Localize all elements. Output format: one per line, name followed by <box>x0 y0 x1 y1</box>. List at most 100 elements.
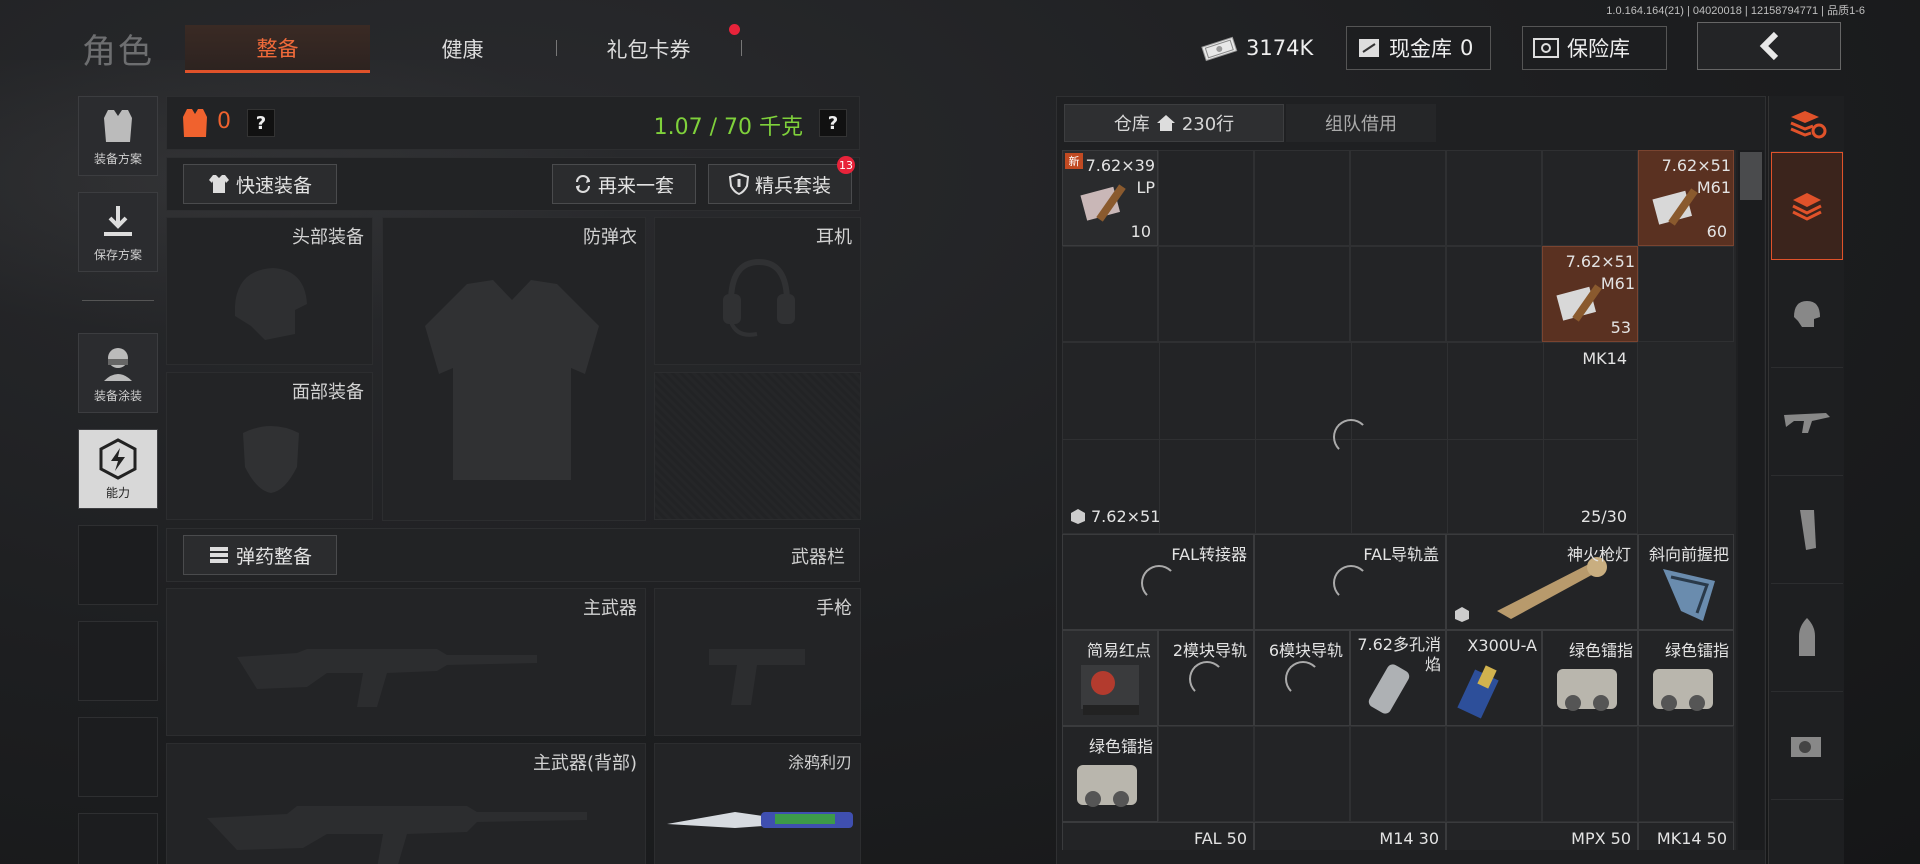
slot-label: 主武器 <box>583 598 637 619</box>
grid-cell[interactable] <box>1158 246 1254 342</box>
item-name: 6模块导轨 <box>1268 641 1343 660</box>
item-name: 7.62×51 M61 <box>1661 156 1731 197</box>
storage-scrollbar[interactable] <box>1738 150 1764 850</box>
tab-equip[interactable]: 整备 <box>185 25 370 73</box>
elite-set-button[interactable]: 精兵套装 <box>708 164 852 204</box>
item-fal-adapter[interactable]: FAL转接器 <box>1062 534 1254 630</box>
sort-button[interactable] <box>1771 96 1843 152</box>
item-name: FAL 50 <box>1193 829 1247 848</box>
item-angled-grip[interactable]: 斜向前握把 <box>1638 534 1734 630</box>
help-button[interactable]: ? <box>247 109 275 137</box>
item-name: 7.62×51 M61 <box>1565 252 1635 293</box>
money-value: 3174K <box>1246 36 1314 60</box>
grid-cell[interactable] <box>1254 726 1350 822</box>
ammo-equip-button[interactable]: 弹药整备 <box>183 535 337 575</box>
nav-save-plan[interactable]: 保存方案 <box>78 192 158 272</box>
nav-ability[interactable]: 能力 <box>78 429 158 509</box>
pistol-slot[interactable]: 手枪 <box>654 588 861 736</box>
tab-label: 仓库 <box>1113 114 1150 135</box>
nav-loadout-plan[interactable]: 装备方案 <box>78 96 158 176</box>
loading-spinner-icon <box>1333 565 1369 601</box>
category-weapons[interactable] <box>1771 368 1843 476</box>
grid-cell[interactable] <box>1638 726 1734 822</box>
grid-cell[interactable] <box>1446 246 1542 342</box>
insurance-vault-button[interactable]: 保险库 <box>1522 26 1667 70</box>
category-magazines[interactable] <box>1771 476 1843 584</box>
grid-cell[interactable] <box>1158 726 1254 822</box>
grid-cell[interactable] <box>1446 726 1542 822</box>
item-ammo-762x51-m61[interactable]: 7.62×51 M61 60 <box>1638 150 1734 246</box>
primary-back-slot[interactable]: 主武器(背部) <box>166 743 646 864</box>
item-fal-rail-cover[interactable]: FAL导轨盖 <box>1254 534 1446 630</box>
grid-cell[interactable] <box>1158 150 1254 246</box>
weapon-header: 弹药整备 武器栏 <box>166 528 860 582</box>
headset-slot[interactable]: 耳机 <box>654 217 861 365</box>
nav-skin[interactable]: 装备涂装 <box>78 333 158 413</box>
item-green-laser[interactable]: 绿色镭指 <box>1062 726 1158 822</box>
tab-storage[interactable]: 仓库 230行 <box>1064 104 1284 142</box>
item-ammo-762x39[interactable]: 新 7.62×39 LP 10 <box>1062 150 1158 246</box>
head-slot[interactable]: 头部装备 <box>166 217 373 365</box>
quick-equip-button[interactable]: 快速装备 <box>183 164 337 204</box>
primary-weapon-slot[interactable]: 主武器 <box>166 588 646 736</box>
bullet-icon <box>1799 617 1815 656</box>
face-slot[interactable]: 面部装备 <box>166 372 373 520</box>
cash-vault-icon <box>1359 39 1379 57</box>
item-mk14-50-mag[interactable]: MK14 50 <box>1638 822 1734 850</box>
grid-cell[interactable] <box>1350 726 1446 822</box>
item-6-slot-rail[interactable]: 6模块导轨 <box>1254 630 1350 726</box>
item-name: FAL导轨盖 <box>1363 545 1439 564</box>
item-green-laser[interactable]: 绿色镭指 <box>1638 630 1734 726</box>
shirt-icon <box>208 175 229 193</box>
category-armor[interactable] <box>1771 260 1843 368</box>
item-name: FAL转接器 <box>1171 545 1247 564</box>
category-all[interactable] <box>1771 152 1843 260</box>
item-red-dot[interactable]: 简易红点 <box>1062 630 1158 726</box>
grid-cell[interactable] <box>1638 246 1734 342</box>
butterfly-knife-icon <box>667 812 853 828</box>
laser-module-icon <box>1077 765 1137 807</box>
scrollbar-thumb[interactable] <box>1740 152 1762 200</box>
grid-cell[interactable] <box>1446 150 1542 246</box>
grid-cell[interactable] <box>1350 150 1446 246</box>
rifle-icon <box>1784 412 1830 433</box>
slot-label: 耳机 <box>816 227 852 248</box>
item-green-laser[interactable]: 绿色镭指 <box>1542 630 1638 726</box>
tab-gift-cards[interactable]: 礼包卡券 <box>556 25 741 73</box>
empty-gear-slot[interactable] <box>654 372 861 520</box>
melee-slot[interactable]: 涂鸦利刃 <box>654 743 861 864</box>
cash-vault-button[interactable]: 现金库 0 <box>1346 26 1491 70</box>
grid-cell[interactable] <box>1254 246 1350 342</box>
item-ammo-762x51-m61[interactable]: 7.62×51 M61 53 <box>1542 246 1638 342</box>
item-fal-50-mag[interactable]: FAL 50 <box>1062 822 1254 850</box>
grid-cell[interactable] <box>1254 150 1350 246</box>
safe-icon <box>1533 38 1559 58</box>
reroll-set-button[interactable]: 再来一套 <box>552 164 696 204</box>
weight-help-button[interactable]: ? <box>819 109 847 137</box>
slot-label: 面部装备 <box>292 382 364 403</box>
tab-health[interactable]: 健康 <box>370 25 555 73</box>
grid-cell[interactable] <box>1062 246 1158 342</box>
back-button[interactable] <box>1697 22 1841 70</box>
grid-cell[interactable] <box>1350 246 1446 342</box>
tab-team-borrow[interactable]: 组队借用 <box>1286 104 1436 142</box>
item-m14-30-mag[interactable]: M14 30 <box>1254 822 1446 850</box>
category-ammo[interactable] <box>1771 584 1843 692</box>
button-label: 快速装备 <box>235 174 312 197</box>
item-name: 7.62多孔消焰 <box>1357 635 1441 674</box>
item-2-slot-rail[interactable]: 2模块导轨 <box>1158 630 1254 726</box>
slot-label: 手枪 <box>816 598 852 619</box>
headset-icon <box>723 258 795 337</box>
item-weapon-light[interactable]: 神火枪灯 <box>1446 534 1638 630</box>
download-icon <box>104 205 132 236</box>
item-mk14-rifle[interactable]: MK14 7.62×51 25/30 <box>1062 342 1638 534</box>
item-muzzle-brake[interactable]: 7.62多孔消焰 <box>1350 630 1446 726</box>
item-mpx-50-mag[interactable]: MPX 50 <box>1446 822 1638 850</box>
item-magazine: 25/30 <box>1580 507 1627 526</box>
grid-cell[interactable] <box>1542 726 1638 822</box>
item-x300u-light[interactable]: X300U-A <box>1446 630 1542 726</box>
shield-icon <box>728 173 749 195</box>
category-attachments[interactable] <box>1771 692 1843 800</box>
grid-cell[interactable] <box>1542 150 1638 246</box>
body-armor-slot[interactable]: 防弹衣 <box>382 217 646 521</box>
